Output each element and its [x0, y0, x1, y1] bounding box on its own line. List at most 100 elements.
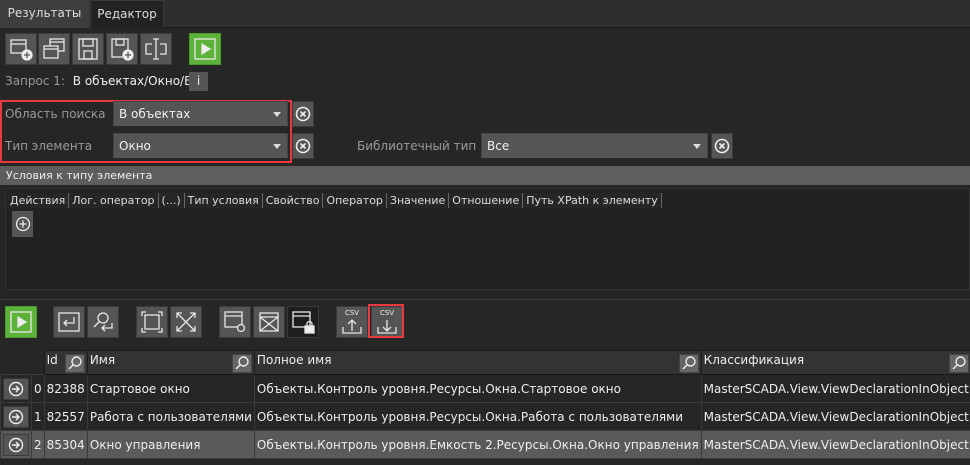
conditions-header: Действия Лог. оператор (...) Тип условия…: [7, 193, 662, 208]
cell-name: Окно управления: [86, 430, 255, 459]
search-area-value: В объектах: [119, 107, 191, 121]
col-header[interactable]: (...): [158, 193, 185, 208]
clear-library-type-button[interactable]: [711, 133, 733, 159]
search-area-label: Область поиска: [5, 107, 106, 121]
col-header[interactable]: Оператор: [323, 193, 387, 208]
col-header[interactable]: Значение: [386, 193, 450, 208]
arrow-right-circle-icon: [8, 409, 24, 424]
upload-icon: [342, 319, 362, 334]
library-type-dropdown[interactable]: Все: [481, 133, 708, 159]
col-header-id[interactable]: Id: [43, 350, 88, 375]
clear-element-type-button[interactable]: [292, 133, 314, 159]
col-header[interactable]: Отношение: [449, 193, 524, 208]
fit-button[interactable]: [170, 306, 202, 338]
plus-circle-icon: [15, 216, 30, 232]
row-index: 2: [31, 430, 45, 459]
col-label: Id: [46, 352, 58, 367]
csv-label: CSV: [344, 309, 360, 317]
open-row-button[interactable]: [3, 433, 29, 456]
clear-icon: [714, 138, 730, 154]
col-header[interactable]: Действия: [7, 193, 70, 208]
save-button[interactable]: [72, 33, 104, 65]
table-row[interactable]: 0 82388 Стартовое окно Объекты.Контроль …: [0, 374, 970, 403]
library-type-label: Библиотечный тип: [357, 139, 477, 153]
add-condition-button[interactable]: [12, 211, 33, 237]
cell-name: Работа с пользователями: [86, 402, 255, 431]
col-label: Полное имя: [256, 352, 332, 367]
results-table: Id Имя Полное имя Классификация 0 82388 …: [0, 350, 970, 459]
copy-query-button[interactable]: [38, 33, 70, 65]
enter-icon: [58, 312, 80, 332]
tab-editor[interactable]: Редактор: [90, 0, 164, 28]
divider: [0, 299, 970, 300]
col-label: Классификация: [703, 352, 805, 367]
tab-results[interactable]: Результаты: [0, 0, 89, 28]
query-info-button[interactable]: i: [189, 72, 208, 91]
execute-button[interactable]: [5, 306, 37, 338]
copy-query-icon: [43, 38, 65, 59]
search-enter-icon: [93, 312, 113, 332]
cell-id: 85304: [43, 430, 88, 459]
save-as-button[interactable]: [106, 33, 138, 65]
clear-search-area-button[interactable]: [292, 101, 314, 127]
cell-full-name: Объекты.Контроль уровня.Емкость 2.Ресурс…: [253, 430, 702, 459]
play-icon: [194, 38, 216, 60]
element-type-value: Окно: [119, 139, 151, 153]
window-settings-button[interactable]: [219, 306, 251, 338]
table-header: Id Имя Полное имя Классификация: [0, 350, 970, 375]
col-header-class[interactable]: Классификация: [700, 350, 970, 375]
cell-full-name: Объекты.Контроль уровня.Ресурсы.Окна.Ста…: [253, 374, 702, 403]
chevron-down-icon: [273, 112, 281, 117]
play-icon: [10, 311, 32, 333]
open-row-button[interactable]: [3, 377, 29, 400]
table-row-selected[interactable]: 2 85304 Окно управления Объекты.Контроль…: [0, 430, 970, 459]
save-as-icon: [111, 38, 134, 61]
open-row-button[interactable]: [3, 405, 29, 428]
col-header-full-name[interactable]: Полное имя: [253, 350, 702, 375]
col-header[interactable]: Свойство: [262, 193, 324, 208]
rename-button[interactable]: [140, 33, 172, 65]
row-index: 1: [31, 402, 45, 431]
chevron-down-icon: [273, 144, 281, 149]
lock-window-button[interactable]: [287, 306, 319, 338]
cell-class: MasterSCADA.View.ViewDeclarationInObject: [700, 402, 970, 431]
run-query-button[interactable]: [189, 33, 221, 65]
new-query-button[interactable]: [5, 33, 37, 65]
search-icon[interactable]: [64, 353, 85, 373]
arrow-right-circle-icon: [8, 381, 24, 396]
element-type-dropdown[interactable]: Окно: [113, 133, 288, 159]
new-query-icon: [10, 39, 33, 61]
highlight-box: [368, 304, 404, 338]
search-icon[interactable]: [231, 353, 252, 373]
col-header[interactable]: Тип условия: [184, 193, 263, 208]
chevron-down-icon: [693, 144, 701, 149]
query-label: Запрос 1:: [5, 74, 65, 88]
csv-import-button[interactable]: CSV: [336, 306, 368, 338]
go-to-button[interactable]: [53, 306, 85, 338]
frame-icon: [141, 311, 163, 333]
clear-icon: [295, 138, 311, 154]
col-header[interactable]: Лог. оператор: [69, 193, 159, 208]
tab-bar: Результаты Редактор: [0, 0, 970, 28]
col-header[interactable]: Путь XPath к элементу: [523, 193, 662, 208]
row-index: 0: [31, 374, 45, 403]
expand-button[interactable]: [136, 306, 168, 338]
search-icon[interactable]: [678, 353, 699, 373]
cell-id: 82388: [43, 374, 88, 403]
col-header-name[interactable]: Имя: [86, 350, 255, 375]
query-line: Запрос 1: В объектах/Окно/Все: [5, 74, 206, 88]
close-windows-button[interactable]: [253, 306, 285, 338]
cell-id: 82557: [43, 402, 88, 431]
window-lock-icon: [292, 311, 315, 334]
search-area-dropdown[interactable]: В объектах: [113, 101, 288, 127]
window-gear-icon: [224, 311, 246, 333]
clear-icon: [295, 106, 311, 122]
cell-name: Стартовое окно: [86, 374, 255, 403]
window-close-icon: [259, 312, 279, 332]
search-icon[interactable]: [948, 353, 969, 373]
find-go-button[interactable]: [87, 306, 119, 338]
table-row[interactable]: 1 82557 Работа с пользователями Объекты.…: [0, 402, 970, 431]
library-type-value: Все: [487, 139, 510, 153]
element-type-label: Тип элемента: [5, 139, 93, 153]
save-icon: [78, 38, 98, 60]
